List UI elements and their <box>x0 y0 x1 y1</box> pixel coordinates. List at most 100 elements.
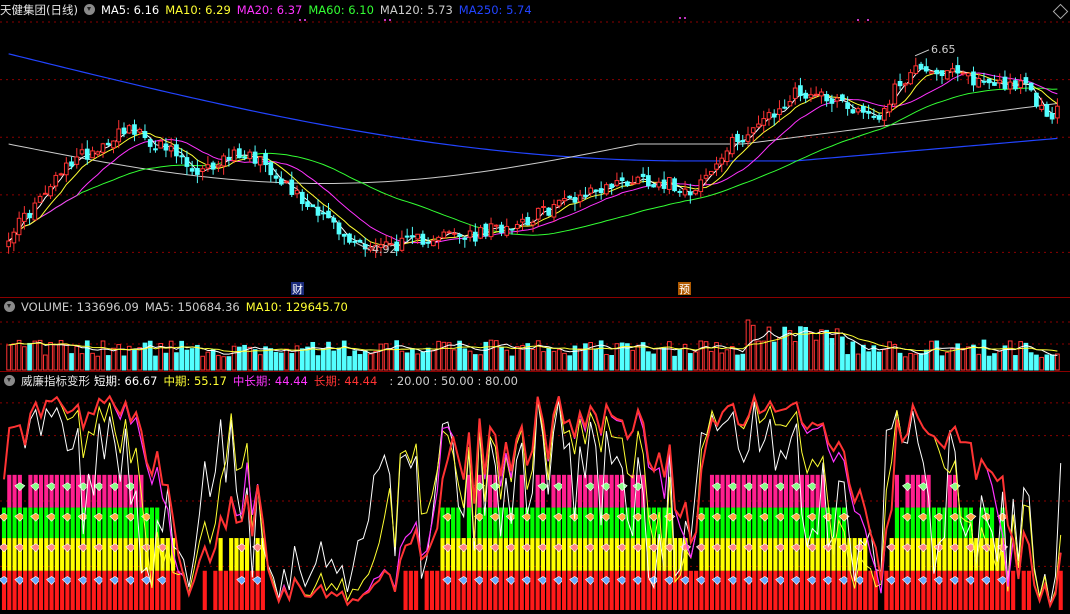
band-red-bar <box>472 570 477 610</box>
band-pink-bar <box>921 474 926 508</box>
volume-bar <box>184 349 190 371</box>
band-yellow-bar <box>509 538 514 571</box>
volume-bar <box>1049 354 1055 371</box>
band-red-bar <box>435 570 440 610</box>
high-label: 6.65 <box>931 43 956 56</box>
candle <box>216 164 221 168</box>
legend-menu-icon[interactable] <box>4 375 15 386</box>
band-red-bar <box>805 570 810 610</box>
band-pink-bar <box>102 474 107 508</box>
band-pink-bar <box>540 474 545 508</box>
legend-menu-icon[interactable] <box>83 4 95 15</box>
band-green-bar <box>778 507 783 539</box>
volume-bar <box>986 355 992 371</box>
candle <box>142 131 148 139</box>
band-yellow-bar <box>905 538 910 571</box>
volume-bar <box>472 354 478 371</box>
volume-bar <box>53 344 59 371</box>
band-yellow-bar <box>244 538 250 571</box>
candle <box>960 72 966 75</box>
indicator-chart[interactable] <box>0 372 1070 614</box>
price-legend-item: MA250: 5.74 <box>458 3 532 17</box>
band-red-bar <box>752 570 757 610</box>
volume-bar <box>189 348 195 371</box>
candle <box>724 150 730 163</box>
volume-bar <box>992 353 997 371</box>
candle <box>729 137 735 155</box>
indicator-levels: : 20.00 : 50.00 : 80.00 <box>389 374 518 388</box>
candle <box>415 233 420 240</box>
band-green-bar <box>28 507 33 539</box>
candle <box>320 212 326 215</box>
candle <box>625 181 630 186</box>
candle <box>604 184 609 195</box>
candle <box>6 240 11 248</box>
volume-bar <box>100 340 106 371</box>
band-yellow-bar <box>604 538 609 571</box>
price-panel[interactable]: 6.65 4.92 财 预 天健集团(日线) MA5: 6.16 MA10: 6.29 MA… <box>0 0 1070 297</box>
candle <box>614 180 620 186</box>
band-green-bar <box>768 507 773 539</box>
candle <box>929 71 934 74</box>
candle <box>619 177 625 182</box>
candle <box>771 113 777 118</box>
band-red-bar <box>768 570 773 610</box>
band-red-bar <box>91 570 96 610</box>
band-green-bar <box>937 507 942 539</box>
volume-bar <box>210 349 216 371</box>
indicator-legend-item: 中期: 55.17 <box>163 374 227 388</box>
candle <box>541 206 546 209</box>
band-yellow-bar <box>461 538 466 571</box>
candle <box>95 151 101 155</box>
band-red-bar <box>567 570 572 610</box>
band-pink-bar <box>757 474 762 508</box>
band-yellow-bar <box>561 538 567 571</box>
band-yellow-bar <box>704 538 709 571</box>
volume-bar <box>404 352 410 371</box>
volume-panel[interactable]: VOLUME: 133696.09 MA5: 150684.36 MA10: 129… <box>0 298 1070 371</box>
band-red-bar <box>498 570 503 610</box>
volume-bar <box>142 342 148 371</box>
legend-menu-icon[interactable] <box>4 301 15 312</box>
band-green-bar <box>514 507 519 539</box>
signal-dot <box>684 17 686 19</box>
band-yellow-bar <box>699 538 704 571</box>
band-green-bar <box>97 507 102 539</box>
candle <box>163 143 169 151</box>
candle <box>305 201 310 207</box>
indicator-panel[interactable]: 威廉指标变形 短期: 66.67 中期: 55.17 中长期: 44.44 长期: 44… <box>0 372 1070 614</box>
band-pink-bar <box>477 474 482 508</box>
candle <box>48 186 53 197</box>
volume-bar <box>436 340 441 371</box>
band-yellow-bar <box>488 538 493 571</box>
band-pink-bar <box>768 474 773 508</box>
band-pink-bar <box>75 474 81 508</box>
candle <box>824 94 829 102</box>
price-chart[interactable]: 6.65 4.92 财 预 <box>0 0 1070 297</box>
band-yellow-bar <box>23 538 28 571</box>
volume-bar <box>719 352 725 371</box>
band-red-bar <box>165 570 170 610</box>
volume-bar <box>724 349 730 371</box>
candle <box>431 240 436 247</box>
volume-bar <box>205 351 211 371</box>
band-green-bar <box>614 507 619 539</box>
band-green-bar <box>70 507 75 539</box>
band-yellow-bar <box>942 538 947 571</box>
band-red-bar <box>102 570 107 610</box>
band-pink-bar <box>65 474 70 508</box>
indicator-legend: 威廉指标变形 短期: 66.67 中期: 55.17 中长期: 44.44 长期: 44… <box>0 372 524 390</box>
band-yellow-bar <box>979 538 984 571</box>
band-green-bar <box>451 507 456 539</box>
band-red-bar <box>789 570 794 610</box>
signal-dot <box>857 19 859 21</box>
volume-bar <box>777 337 782 371</box>
band-yellow-bar <box>525 538 530 571</box>
band-yellow-bar <box>667 538 672 571</box>
band-green-bar <box>440 507 445 539</box>
candle <box>735 133 740 143</box>
band-yellow-bar <box>894 538 899 571</box>
volume-bar <box>635 345 641 371</box>
band-green-bar <box>731 507 736 539</box>
band-green-bar <box>445 507 450 539</box>
